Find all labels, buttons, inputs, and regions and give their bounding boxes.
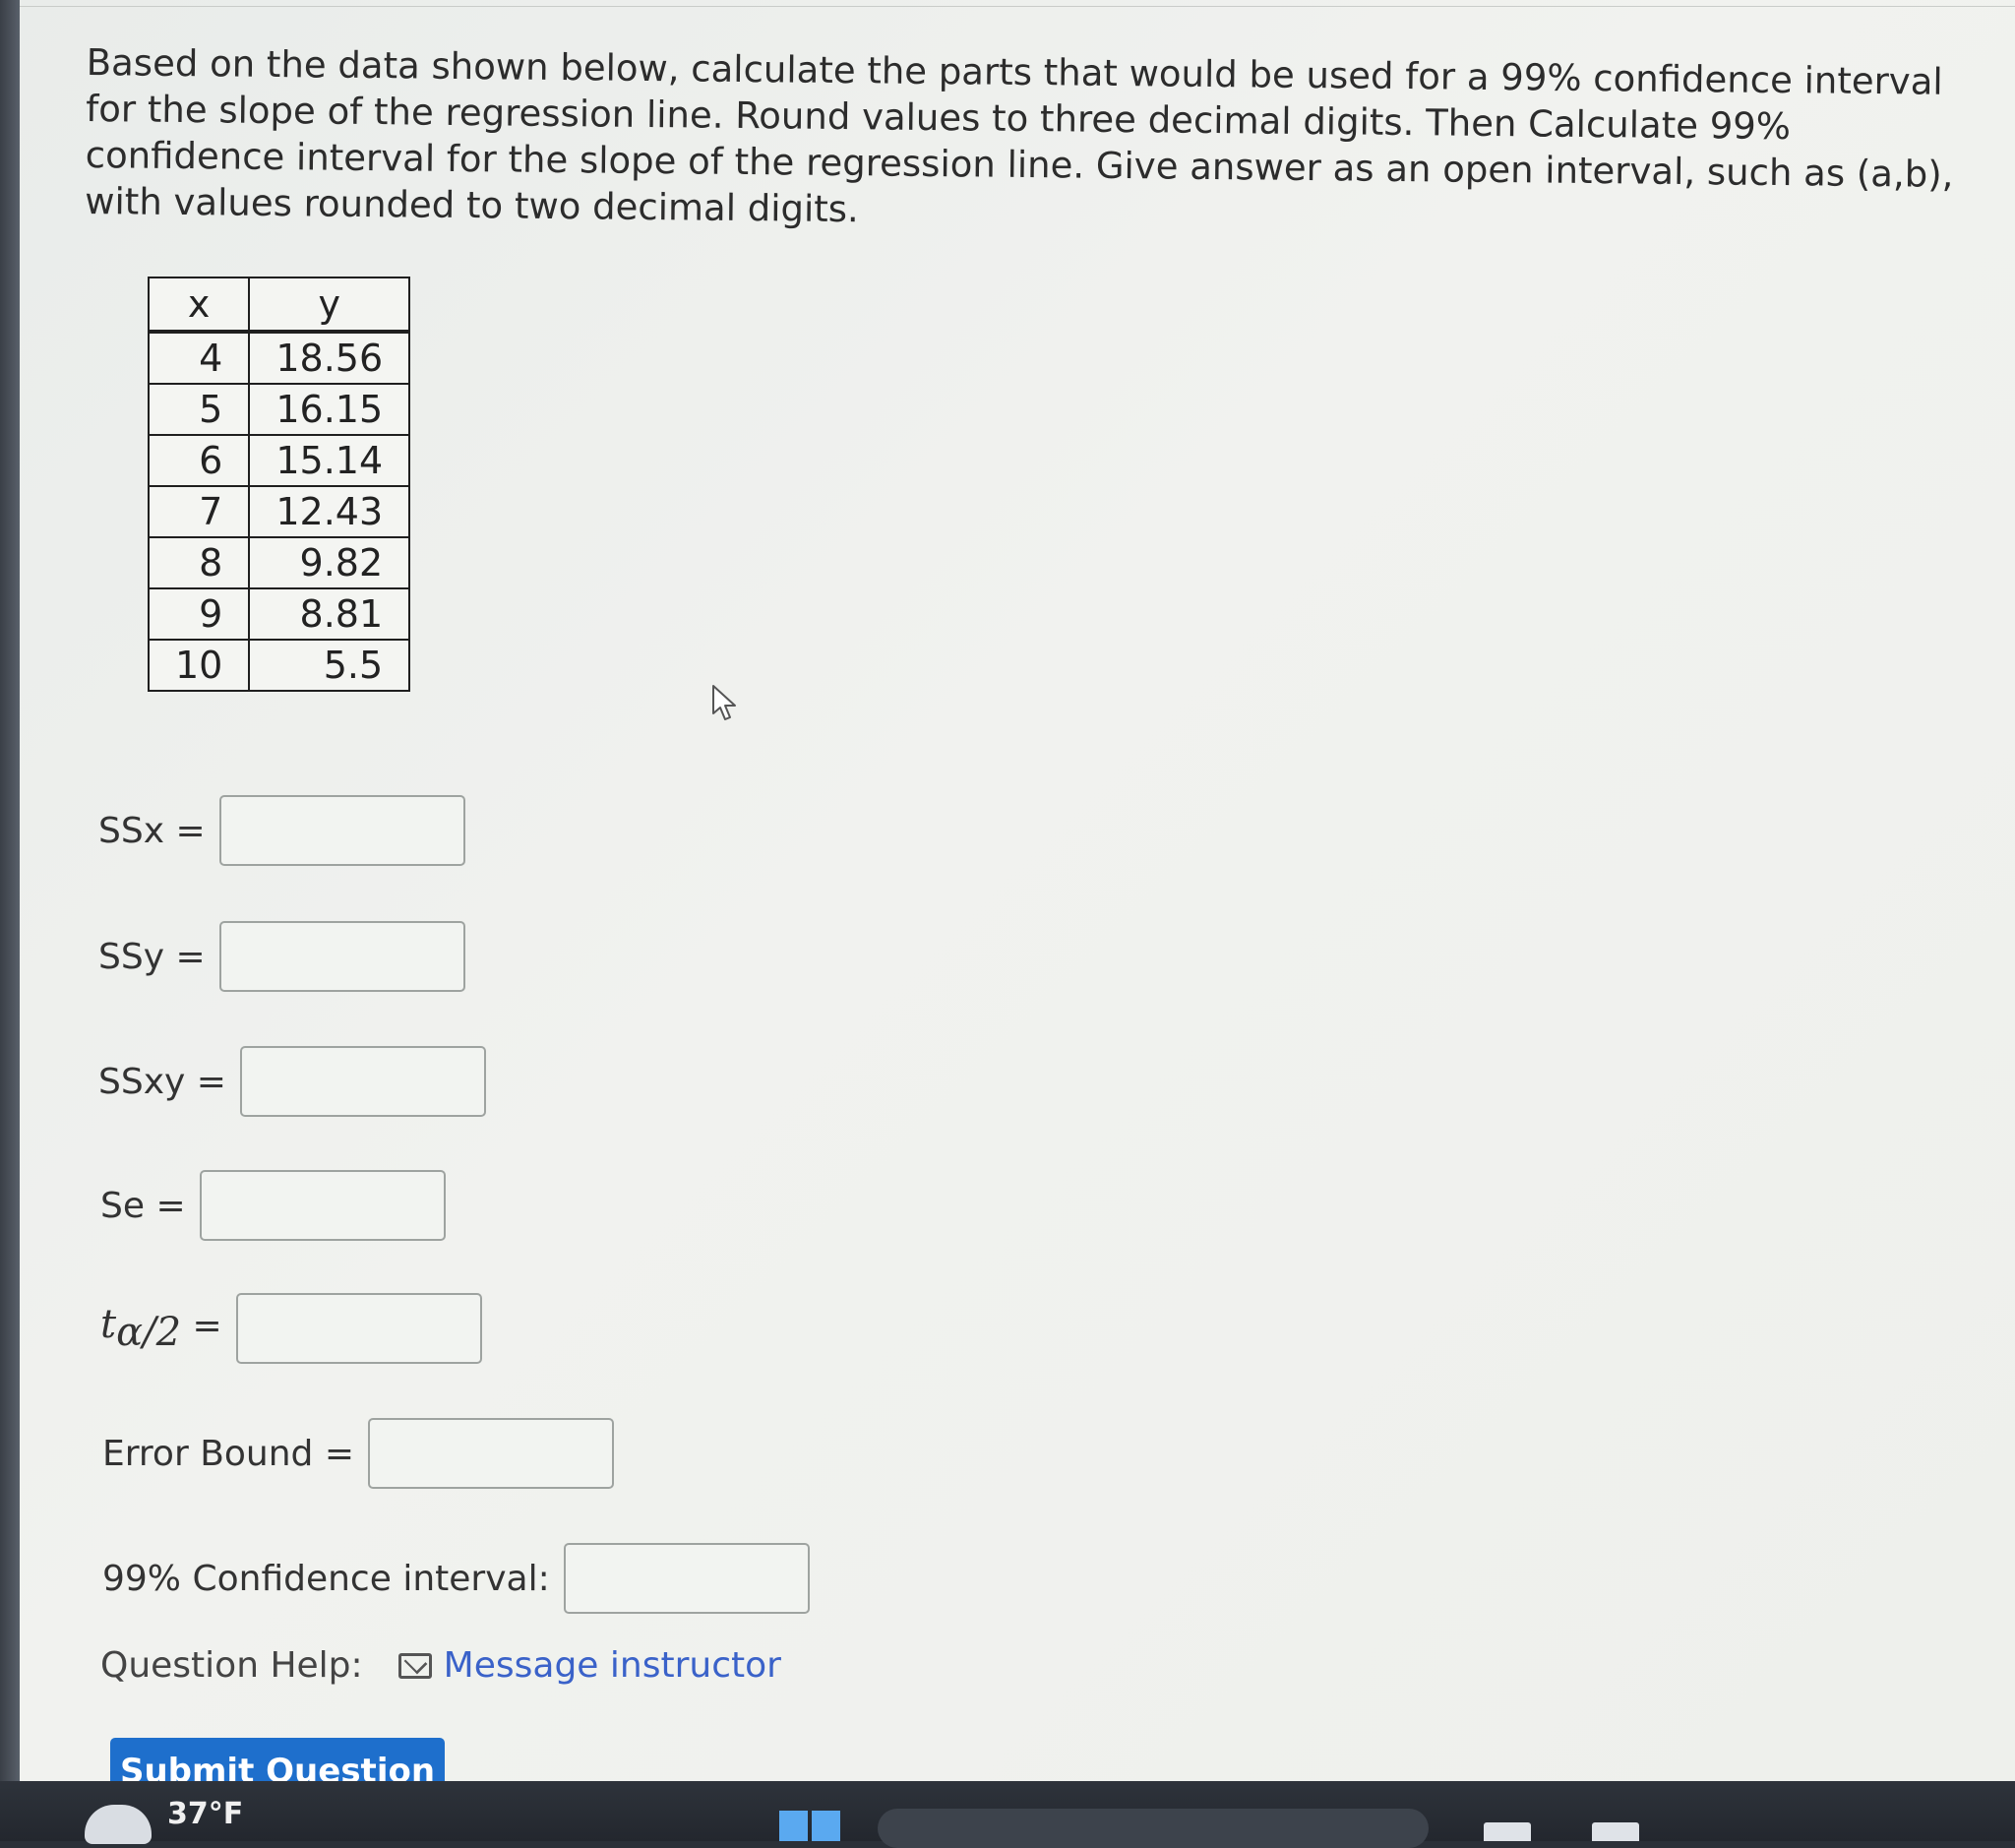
table-cell-y: 8.81 [248, 587, 411, 641]
table-row: 6 15.14 [147, 434, 411, 487]
data-table: x y 4 18.56 5 16.15 6 15.14 7 12.43 8 9.… [147, 277, 411, 692]
ssx-label: SSx = [98, 810, 206, 851]
question-page: Based on the data shown below, calculate… [0, 0, 2015, 1781]
table-cell-y: 5.5 [248, 639, 411, 692]
confidence-interval-row: 99% Confidence interval: [102, 1543, 810, 1614]
column-header-x: x [147, 277, 251, 334]
table-cell-y: 18.56 [248, 331, 411, 385]
error-bound-row: Error Bound = [102, 1418, 615, 1489]
question-prompt: Based on the data shown below, calculate… [85, 40, 1954, 231]
ssxy-input[interactable] [239, 1046, 486, 1117]
column-header-y: y [248, 277, 411, 334]
table-cell-x: 6 [147, 434, 251, 487]
t-alpha-subscript: α/2 [116, 1310, 182, 1356]
table-header-row: x y [147, 277, 411, 334]
table-row: 7 12.43 [147, 485, 411, 538]
table-row: 5 16.15 [147, 383, 411, 436]
table-cell-x: 4 [147, 331, 251, 385]
confidence-interval-input[interactable] [563, 1543, 810, 1614]
mail-icon[interactable] [397, 1652, 432, 1679]
ssxy-row: SSxy = [98, 1046, 486, 1117]
table-cell-x: 8 [147, 536, 251, 589]
taskbar-app-icon[interactable] [1592, 1822, 1639, 1841]
table-cell-x: 10 [147, 639, 251, 692]
monitor-bezel [0, 0, 20, 1841]
table-row: 4 18.56 [147, 331, 411, 385]
error-bound-input[interactable] [368, 1418, 615, 1489]
t-alpha-row: tα/2 = [100, 1293, 482, 1364]
se-label: Se = [100, 1185, 186, 1226]
question-help-label: Question Help: [100, 1645, 363, 1686]
table-cell-y: 16.15 [248, 383, 411, 436]
ssxy-label: SSxy = [98, 1061, 226, 1102]
ssy-label: SSy = [98, 936, 206, 977]
se-input[interactable] [199, 1170, 446, 1241]
t-alpha-label: tα/2 = [100, 1302, 222, 1355]
t-alpha-symbol: t [100, 1301, 117, 1347]
table-cell-x: 7 [147, 485, 251, 538]
table-cell-y: 12.43 [248, 485, 411, 538]
top-divider [20, 0, 2015, 7]
taskbar-search-box[interactable] [878, 1809, 1429, 1848]
mouse-cursor-icon [712, 685, 736, 720]
ssx-input[interactable] [218, 795, 465, 866]
ssy-row: SSy = [98, 921, 465, 992]
confidence-interval-label: 99% Confidence interval: [102, 1558, 550, 1599]
weather-temperature[interactable]: 37°F [167, 1797, 243, 1831]
table-row: 8 9.82 [147, 536, 411, 589]
table-cell-x: 9 [147, 587, 251, 641]
taskbar-app-icon[interactable] [1484, 1822, 1531, 1841]
se-row: Se = [100, 1170, 446, 1241]
message-instructor-link[interactable]: Message instructor [444, 1645, 781, 1686]
ssy-input[interactable] [218, 921, 465, 992]
table-cell-x: 5 [147, 383, 251, 436]
ssx-row: SSx = [98, 795, 465, 866]
table-row: 10 5.5 [147, 639, 411, 692]
question-help: Question Help: Message instructor [100, 1645, 781, 1686]
table-row: 9 8.81 [147, 587, 411, 641]
table-cell-y: 9.82 [248, 536, 411, 589]
t-alpha-input[interactable] [235, 1293, 482, 1364]
table-cell-y: 15.14 [248, 434, 411, 487]
windows-start-icon[interactable] [779, 1811, 840, 1841]
submit-question-button[interactable]: Submit Question [110, 1738, 445, 1781]
t-alpha-equals: = [192, 1305, 222, 1346]
error-bound-label: Error Bound = [102, 1433, 355, 1474]
